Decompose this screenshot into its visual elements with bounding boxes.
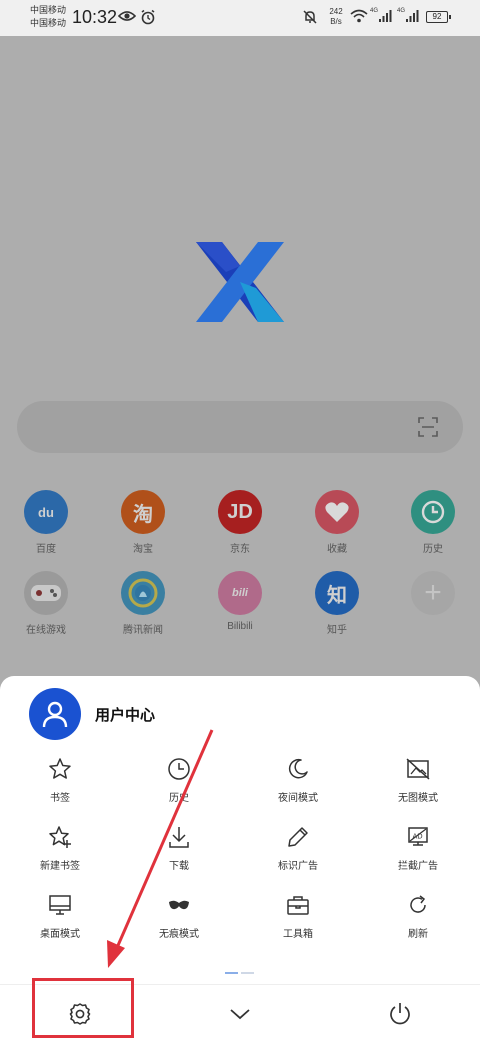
menu-item-clock[interactable]: 历史 <box>119 756 239 804</box>
user-center-row[interactable]: 用户中心 <box>29 688 155 740</box>
shortcut-gamepad[interactable]: 在线游戏 <box>6 571 86 636</box>
bilibili-icon: bili <box>218 571 262 615</box>
clock-icon <box>411 490 455 534</box>
shortcut-bilibili[interactable]: bili Bilibili <box>200 571 280 632</box>
shortcut-label: 历史 <box>423 544 443 555</box>
svg-text:AD: AD <box>413 833 423 841</box>
jd-icon: JD <box>218 490 262 534</box>
network-speed: 242 B/s <box>322 7 350 27</box>
star-icon <box>0 756 120 782</box>
page-dot <box>241 972 254 974</box>
user-icon <box>42 701 68 728</box>
network-speed-unit: B/s <box>330 17 342 26</box>
shortcut-label: 百度 <box>36 544 56 555</box>
page-dot-active <box>225 972 238 974</box>
mask-icon <box>119 892 239 918</box>
signal-1-icon <box>379 10 392 22</box>
alarm-icon <box>141 9 155 25</box>
moon-icon <box>238 756 358 782</box>
menu-item-label: 新建书签 <box>40 861 80 872</box>
ad-block-icon: AD <box>358 824 478 850</box>
clock-icon <box>119 756 239 782</box>
menu-item-label: 无痕模式 <box>159 929 199 940</box>
scan-icon[interactable] <box>417 416 439 438</box>
menu-item-moon[interactable]: 夜间模式 <box>238 756 358 804</box>
no-image-icon <box>358 756 478 782</box>
browser-home-overlay: du 百度 淘淘宝 JD 京东 收藏 历史 在线游戏 腾讯新闻 bili Bilibili 知知乎 + <box>0 36 480 676</box>
shortcut-label: 淘宝 <box>133 544 153 555</box>
refresh-icon <box>358 892 478 918</box>
menu-item-label: 拦截广告 <box>398 861 438 872</box>
shortcut-label: 收藏 <box>327 544 347 555</box>
menu-item-pen[interactable]: 标识广告 <box>238 824 358 872</box>
zhihu-icon: 知 <box>315 571 359 615</box>
menu-item-label: 书签 <box>50 793 70 804</box>
menu-item-label: 刷新 <box>408 929 428 940</box>
carrier-1: 中国移动 <box>30 5 67 15</box>
settings-highlight-box <box>32 978 134 1038</box>
clock-time: 10:32 <box>72 7 118 27</box>
add-icon: + <box>411 571 455 615</box>
download-icon <box>119 824 239 850</box>
shortcut-label: Bilibili <box>227 621 253 632</box>
menu-item-label: 无图模式 <box>398 793 438 804</box>
chevron-down-icon <box>230 1009 250 1020</box>
star-plus-icon <box>0 824 120 850</box>
shortcut-add[interactable]: + <box>393 571 473 621</box>
menu-item-star[interactable]: 书签 <box>0 756 120 804</box>
exit-button[interactable] <box>370 996 430 1032</box>
shortcut-jd[interactable]: JD 京东 <box>200 490 280 555</box>
mute-bell-icon <box>303 10 317 24</box>
tencent-news-icon <box>121 571 165 615</box>
menu-item-no-image[interactable]: 无图模式 <box>358 756 478 804</box>
avatar[interactable] <box>29 688 81 740</box>
monitor-icon <box>0 892 120 918</box>
menu-item-label: 标识广告 <box>278 861 318 872</box>
shortcut-baidu[interactable]: du 百度 <box>6 490 86 555</box>
menu-item-label: 下载 <box>169 861 189 872</box>
taobao-icon: 淘 <box>121 490 165 534</box>
shortcut-heart[interactable]: 收藏 <box>297 490 377 555</box>
menu-item-ad-block[interactable]: AD 拦截广告 <box>358 824 478 872</box>
shortcut-label: 在线游戏 <box>26 625 66 636</box>
battery-indicator: 92 <box>426 11 451 23</box>
x-browser-logo-icon <box>196 242 284 322</box>
heart-icon <box>315 490 359 534</box>
network-speed-value: 242 <box>329 7 343 16</box>
menu-item-star-plus[interactable]: 新建书签 <box>0 824 120 872</box>
search-bar[interactable] <box>17 401 463 453</box>
baidu-icon: du <box>24 490 68 534</box>
menu-item-toolbox[interactable]: 工具箱 <box>238 892 358 940</box>
user-center-title: 用户中心 <box>95 706 156 724</box>
shortcut-label: 知乎 <box>327 625 347 636</box>
shortcut-tencent-news[interactable]: 腾讯新闻 <box>103 571 183 636</box>
page-indicator <box>225 972 254 974</box>
shortcut-taobao[interactable]: 淘淘宝 <box>103 490 183 555</box>
eye-icon <box>118 11 136 21</box>
status-bar: 中国移动 中国移动 10:32 242 B/s 4G 4G 92 <box>0 0 480 36</box>
signal-1-type: 4G <box>370 8 379 14</box>
gamepad-icon <box>24 571 68 615</box>
carrier-2: 中国移动 <box>30 18 67 28</box>
toolbox-icon <box>238 892 358 918</box>
menu-item-refresh[interactable]: 刷新 <box>358 892 478 940</box>
shortcut-label: 腾讯新闻 <box>123 625 163 636</box>
power-icon <box>390 1003 410 1025</box>
pen-icon <box>238 824 358 850</box>
shortcut-label: 京东 <box>230 544 250 555</box>
menu-item-label: 工具箱 <box>283 929 313 940</box>
shortcut-clock[interactable]: 历史 <box>393 490 473 555</box>
signal-2-type: 4G <box>397 8 406 14</box>
menu-item-label: 桌面模式 <box>40 929 80 940</box>
shortcut-zhihu[interactable]: 知知乎 <box>297 571 377 636</box>
signal-2-icon <box>406 10 419 22</box>
menu-item-label: 夜间模式 <box>278 793 318 804</box>
menu-item-mask[interactable]: 无痕模式 <box>119 892 239 940</box>
menu-item-download[interactable]: 下载 <box>119 824 239 872</box>
menu-item-monitor[interactable]: 桌面模式 <box>0 892 120 940</box>
collapse-menu-button[interactable] <box>210 996 270 1032</box>
wifi-icon <box>350 9 368 23</box>
menu-item-label: 历史 <box>169 793 189 804</box>
